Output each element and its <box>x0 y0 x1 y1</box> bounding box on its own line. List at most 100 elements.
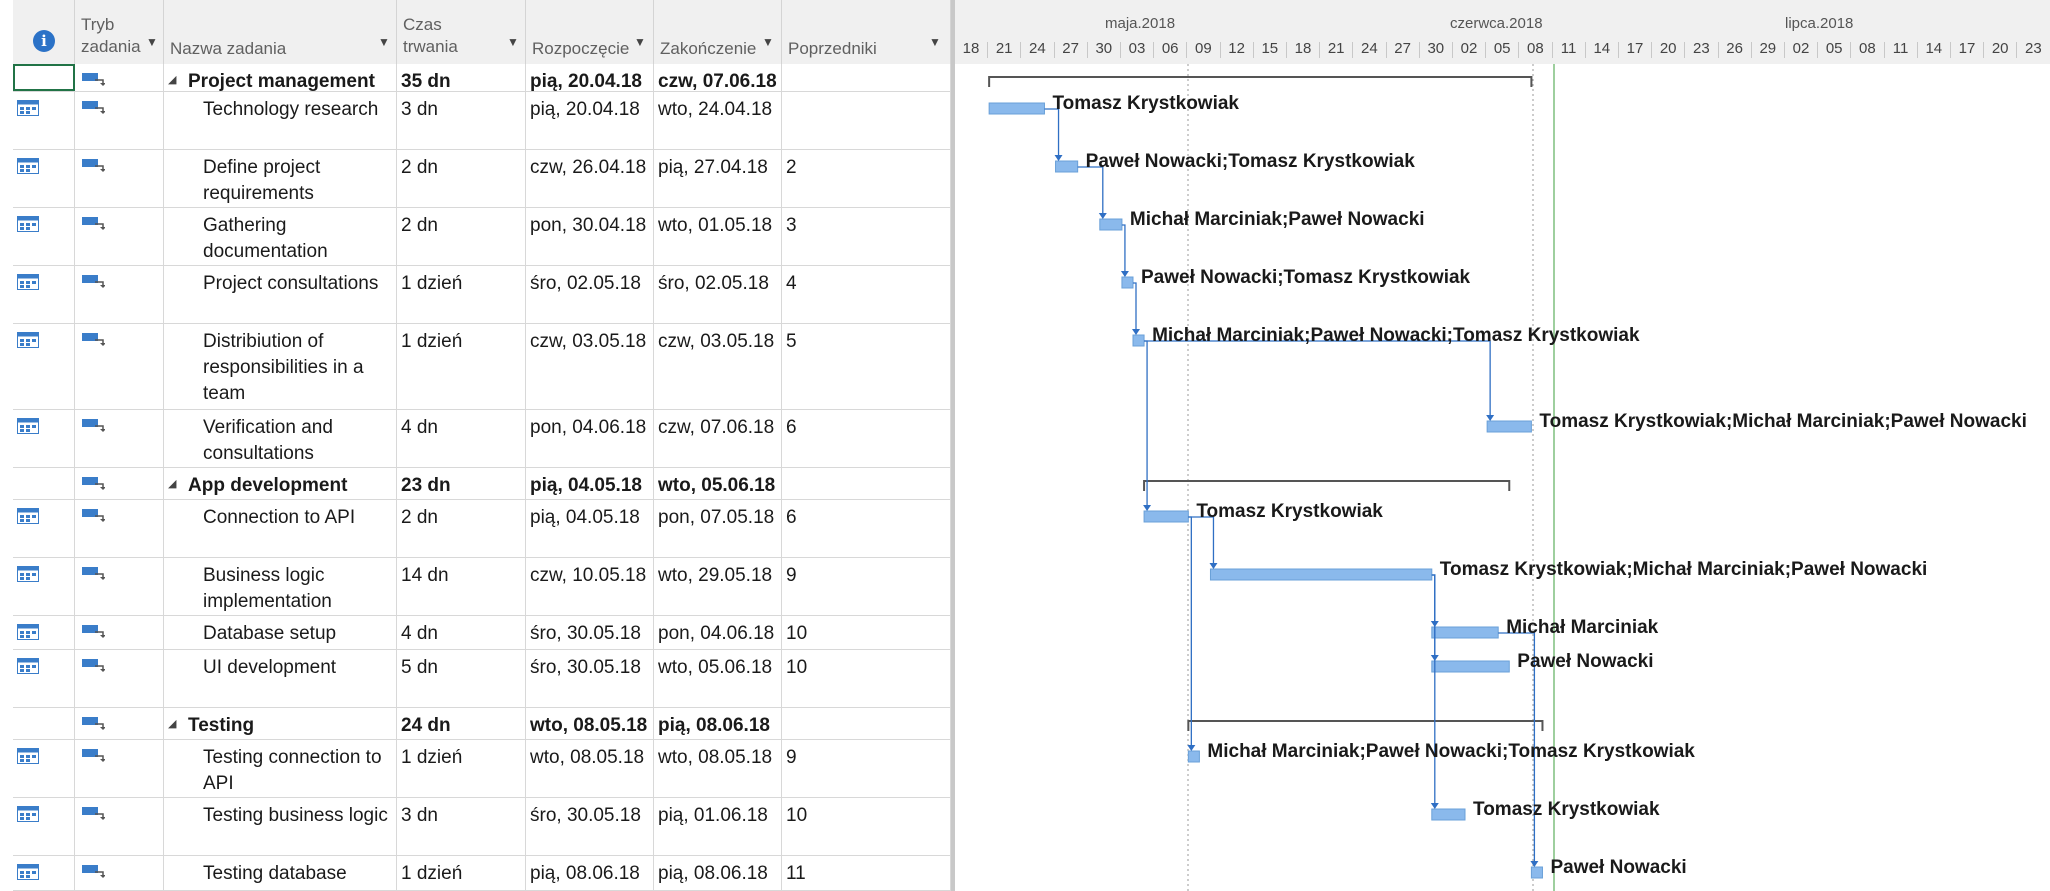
task-name-cell[interactable]: Testing connection to API <box>164 740 397 797</box>
start-cell[interactable]: czw, 03.05.18 <box>526 324 654 409</box>
finish-cell[interactable]: wto, 08.05.18 <box>654 740 782 797</box>
task-name-cell[interactable]: Verification and consultations <box>164 410 397 467</box>
start-cell[interactable]: pią, 04.05.18 <box>526 468 654 499</box>
predecessors-cell[interactable]: 11 <box>782 856 951 890</box>
task-row[interactable]: Testing connection to API 1 dzień wto, 08.… <box>13 740 951 798</box>
indicator-cell[interactable] <box>13 324 75 409</box>
start-cell[interactable]: śro, 30.05.18 <box>526 616 654 649</box>
task-mode-cell[interactable] <box>75 150 164 207</box>
duration-cell[interactable]: 1 dzień <box>397 856 526 890</box>
start-cell[interactable]: pią, 20.04.18 <box>526 64 654 92</box>
predecessors-cell[interactable]: 5 <box>782 324 951 409</box>
task-name-cell[interactable]: Testing database <box>164 856 397 890</box>
task-mode-cell[interactable] <box>75 740 164 797</box>
task-mode-cell[interactable] <box>75 92 164 149</box>
start-cell[interactable]: śro, 02.05.18 <box>526 266 654 323</box>
predecessors-cell[interactable]: 2 <box>782 150 951 207</box>
indicator-cell[interactable] <box>13 650 75 707</box>
indicator-cell[interactable] <box>13 64 75 91</box>
finish-cell[interactable]: wto, 05.06.18 <box>654 468 782 499</box>
task-name-cell[interactable]: Connection to API <box>164 500 397 557</box>
header-predecessors[interactable]: Poprzedniki ▼ <box>782 0 951 64</box>
duration-cell[interactable]: 4 dn <box>397 410 526 467</box>
chevron-down-icon[interactable]: ▼ <box>634 35 646 49</box>
predecessors-cell[interactable]: 6 <box>782 410 951 467</box>
task-name-cell[interactable]: ◢ App development <box>164 468 397 499</box>
start-cell[interactable]: pią, 04.05.18 <box>526 500 654 557</box>
task-name-cell[interactable]: Technology research <box>164 92 397 149</box>
predecessors-cell[interactable] <box>782 64 951 91</box>
finish-cell[interactable]: pią, 08.06.18 <box>654 708 782 739</box>
predecessors-cell[interactable] <box>782 708 951 739</box>
task-row[interactable]: Connection to API 2 dn pią, 04.05.18 pon, 0… <box>13 500 951 558</box>
finish-cell[interactable]: pon, 04.06.18 <box>654 616 782 649</box>
task-row[interactable]: Technology research 3 dn pią, 20.04.18 wto,… <box>13 92 951 150</box>
indicator-cell[interactable] <box>13 708 75 739</box>
finish-cell[interactable]: wto, 05.06.18 <box>654 650 782 707</box>
task-mode-cell[interactable] <box>75 708 164 739</box>
start-cell[interactable]: śro, 30.05.18 <box>526 798 654 855</box>
task-name-cell[interactable]: UI development <box>164 650 397 707</box>
finish-cell[interactable]: pią, 01.06.18 <box>654 798 782 855</box>
task-row[interactable]: Business logic implementation 14 dn czw, 1… <box>13 558 951 616</box>
duration-cell[interactable]: 2 dn <box>397 208 526 265</box>
start-cell[interactable]: pią, 08.06.18 <box>526 856 654 890</box>
finish-cell[interactable]: wto, 01.05.18 <box>654 208 782 265</box>
predecessors-cell[interactable]: 9 <box>782 740 951 797</box>
start-cell[interactable]: czw, 26.04.18 <box>526 150 654 207</box>
start-cell[interactable]: wto, 08.05.18 <box>526 740 654 797</box>
task-name-cell[interactable]: Gathering documentation <box>164 208 397 265</box>
predecessors-cell[interactable]: 10 <box>782 616 951 649</box>
duration-cell[interactable]: 1 dzień <box>397 324 526 409</box>
chevron-down-icon[interactable]: ▼ <box>378 35 390 49</box>
start-cell[interactable]: wto, 08.05.18 <box>526 708 654 739</box>
task-name-cell[interactable]: Testing business logic <box>164 798 397 855</box>
task-row[interactable]: Gathering documentation 2 dn pon, 30.04.18… <box>13 208 951 266</box>
duration-cell[interactable]: 24 dn <box>397 708 526 739</box>
start-cell[interactable]: śro, 30.05.18 <box>526 650 654 707</box>
duration-cell[interactable]: 3 dn <box>397 92 526 149</box>
task-mode-cell[interactable] <box>75 324 164 409</box>
task-mode-cell[interactable] <box>75 650 164 707</box>
finish-cell[interactable]: wto, 24.04.18 <box>654 92 782 149</box>
task-row[interactable]: Project consultations 1 dzień śro, 02.05.1… <box>13 266 951 324</box>
finish-cell[interactable]: pon, 07.05.18 <box>654 500 782 557</box>
indicator-cell[interactable] <box>13 410 75 467</box>
start-cell[interactable]: pon, 04.06.18 <box>526 410 654 467</box>
indicator-cell[interactable] <box>13 150 75 207</box>
indicator-cell[interactable] <box>13 798 75 855</box>
indicator-cell[interactable] <box>13 856 75 890</box>
task-mode-cell[interactable] <box>75 64 164 91</box>
predecessors-cell[interactable]: 9 <box>782 558 951 615</box>
task-name-cell[interactable]: Business logic implementation <box>164 558 397 615</box>
finish-cell[interactable]: śro, 02.05.18 <box>654 266 782 323</box>
task-mode-cell[interactable] <box>75 468 164 499</box>
header-finish[interactable]: Zakończenie ▼ <box>654 0 782 64</box>
finish-cell[interactable]: czw, 07.06.18 <box>654 64 782 92</box>
collapse-triangle-icon[interactable]: ◢ <box>168 477 176 490</box>
duration-cell[interactable]: 5 dn <box>397 650 526 707</box>
start-cell[interactable]: pon, 30.04.18 <box>526 208 654 265</box>
duration-cell[interactable]: 2 dn <box>397 500 526 557</box>
finish-cell[interactable]: pią, 08.06.18 <box>654 856 782 890</box>
summary-task-row[interactable]: ◢ Project management 35 dn pią, 20.04.18 czw… <box>13 64 951 92</box>
task-mode-cell[interactable] <box>75 616 164 649</box>
task-row[interactable]: Testing database 1 dzień pią, 08.06.18 pią,… <box>13 856 951 891</box>
duration-cell[interactable]: 2 dn <box>397 150 526 207</box>
indicator-cell[interactable] <box>13 740 75 797</box>
predecessors-cell[interactable]: 10 <box>782 798 951 855</box>
summary-task-row[interactable]: ◢ Testing 24 dn wto, 08.05.18 pią, 08.06.18 <box>13 708 951 740</box>
predecessors-cell[interactable] <box>782 468 951 499</box>
task-name-cell[interactable]: Database setup <box>164 616 397 649</box>
indicator-cell[interactable] <box>13 616 75 649</box>
duration-cell[interactable]: 1 dzień <box>397 740 526 797</box>
indicator-cell[interactable] <box>13 558 75 615</box>
task-row[interactable]: Distribiution of responsibilities in a t… <box>13 324 951 410</box>
indicator-cell[interactable] <box>13 468 75 499</box>
collapse-triangle-icon[interactable]: ◢ <box>168 73 176 86</box>
task-row[interactable]: Define project requirements 2 dn czw, 26.0… <box>13 150 951 208</box>
indicator-cell[interactable] <box>13 266 75 323</box>
task-row[interactable]: Verification and consultations 4 dn pon, 0… <box>13 410 951 468</box>
header-task-mode[interactable]: Tryb zadania ▼ <box>75 0 164 64</box>
summary-task-row[interactable]: ◢ App development 23 dn pią, 04.05.18 wto, 0… <box>13 468 951 500</box>
